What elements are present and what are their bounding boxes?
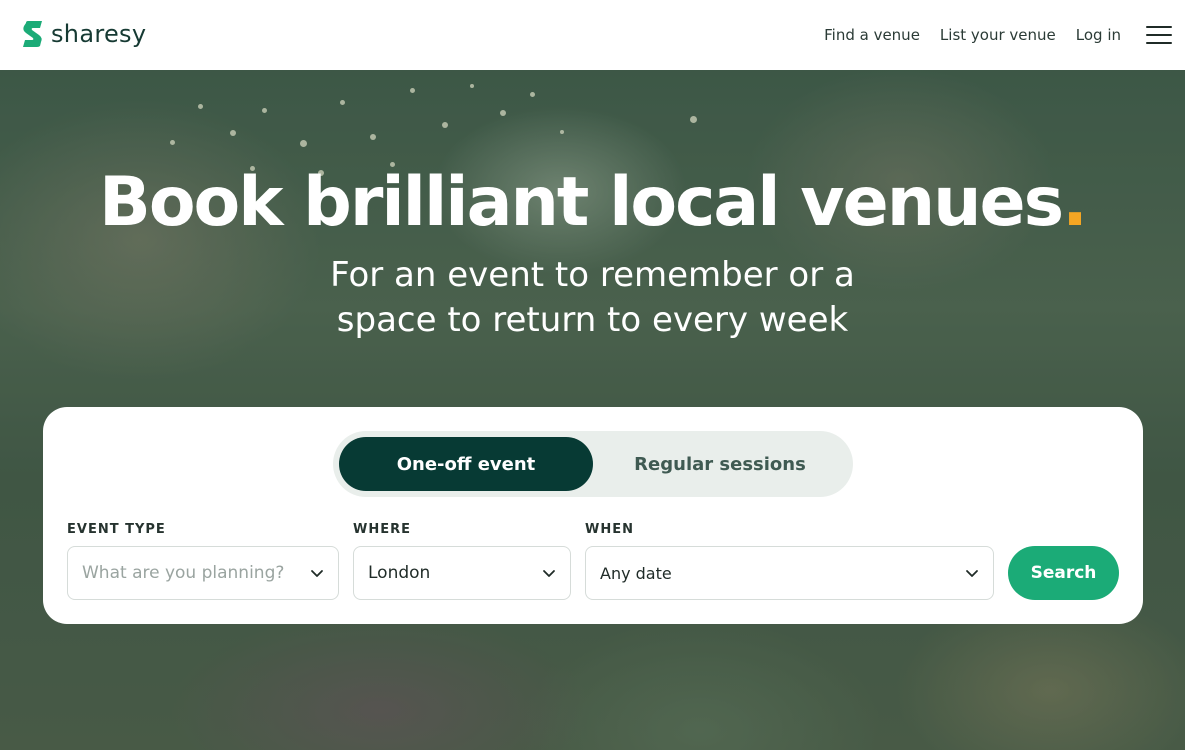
chevron-down-icon xyxy=(543,570,555,577)
when-value: Any date xyxy=(600,563,672,583)
nav-find-venue[interactable]: Find a venue xyxy=(824,26,920,44)
tab-one-off-event[interactable]: One-off event xyxy=(339,437,593,491)
chevron-down-icon xyxy=(966,570,978,577)
chevron-down-icon xyxy=(311,570,323,577)
search-button[interactable]: Search xyxy=(1008,546,1119,600)
hero-title-text: Book brilliant local venues xyxy=(99,163,1064,242)
sharesy-logo[interactable]: sharesy xyxy=(21,20,146,48)
hero-subtitle: For an event to remember or a space to r… xyxy=(330,255,855,340)
brand-name: sharesy xyxy=(51,20,147,48)
nav-list-venue[interactable]: List your venue xyxy=(940,26,1056,44)
hero-title-dot: . xyxy=(1062,163,1088,242)
hamburger-menu-icon[interactable] xyxy=(1146,26,1172,44)
main-nav: Find a venue List your venue Log in xyxy=(824,0,1200,70)
site-header: sharesy Find a venue List your venue Log… xyxy=(0,0,1200,70)
where-select[interactable]: London xyxy=(353,546,571,600)
search-card: One-off event Regular sessions EVENT TYP… xyxy=(43,407,1143,624)
event-type-label: EVENT TYPE xyxy=(67,522,166,537)
event-mode-toggle: One-off event Regular sessions xyxy=(333,431,853,497)
where-value: London xyxy=(368,563,431,583)
when-select[interactable]: Any date xyxy=(585,546,994,600)
event-type-placeholder: What are you planning? xyxy=(82,563,285,583)
hero-title: Book brilliant local venues. xyxy=(0,163,1185,243)
tab-regular-sessions[interactable]: Regular sessions xyxy=(593,437,847,491)
where-label: WHERE xyxy=(353,522,411,537)
event-type-select[interactable]: What are you planning? xyxy=(67,546,339,600)
when-label: WHEN xyxy=(585,522,634,537)
sharesy-logo-icon xyxy=(23,21,42,47)
nav-login[interactable]: Log in xyxy=(1076,26,1121,44)
